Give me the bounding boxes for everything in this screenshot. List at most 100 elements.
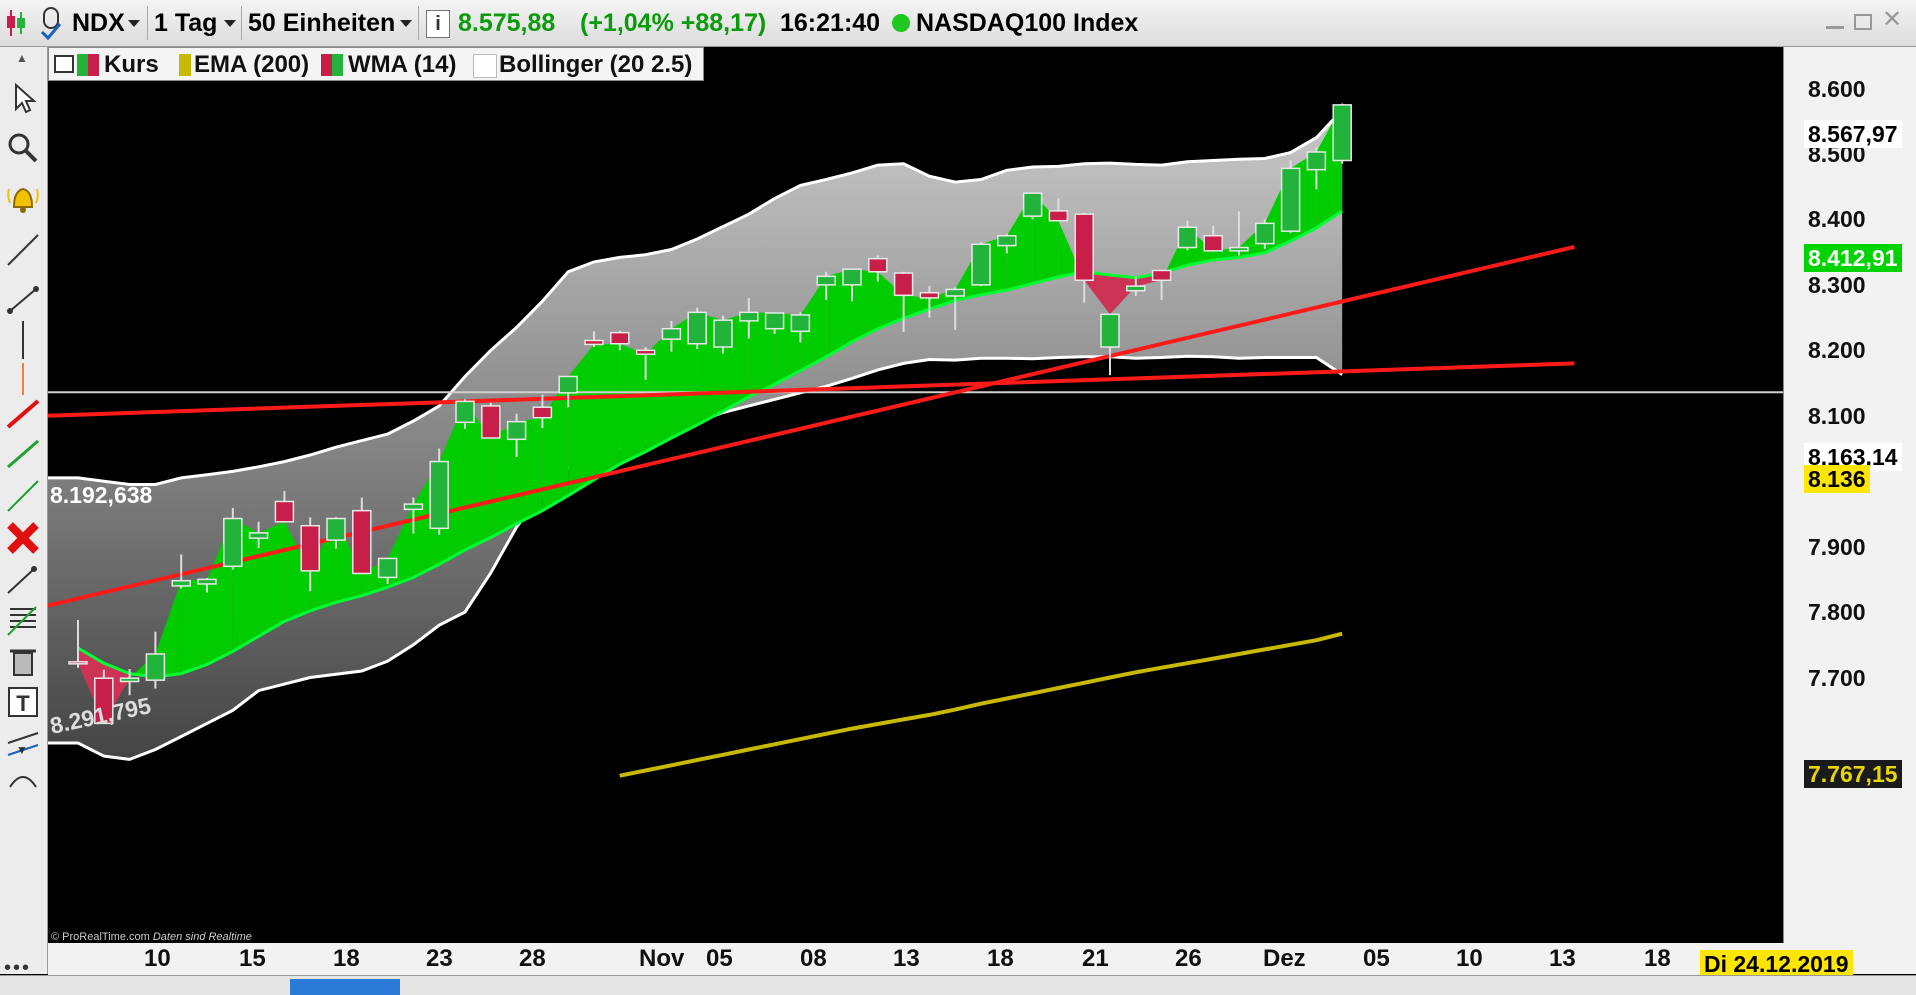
zoom-icon[interactable]	[4, 129, 42, 167]
ray-icon[interactable]	[4, 477, 42, 515]
price-axis[interactable]	[1784, 47, 1916, 974]
date-tick-label: 10	[144, 945, 171, 972]
cursor-date-tag: Di 24.12.2019	[1700, 950, 1853, 978]
wma-price-tag: 8.412,91	[1804, 244, 1902, 272]
ema-swatch-icon	[179, 54, 191, 76]
price-tick-label: 7.900	[1808, 533, 1866, 560]
market-status-icon	[892, 14, 910, 32]
segment-icon[interactable]	[4, 281, 42, 319]
timeframe-selector[interactable]: 1 Tag	[154, 8, 217, 38]
last-price: 8.575,88	[458, 9, 556, 37]
bollinger-swatch-icon	[473, 54, 497, 78]
legend-ema[interactable]: EMA (200)	[194, 51, 309, 79]
candle-body-down	[584, 339, 604, 346]
green-line-icon[interactable]	[4, 435, 42, 473]
price-chart[interactable]: 8.192,638 8.291,795 © ProRealTime.com Da…	[0, 0, 1916, 994]
price-change: (+1,04% +88,17)	[580, 9, 767, 37]
timeframe-dropdown-icon[interactable]	[224, 20, 236, 27]
hline-label: 8.192,638	[50, 482, 153, 508]
candle-body-up	[687, 311, 707, 345]
units-dropdown-icon[interactable]	[400, 20, 412, 27]
trendline-icon[interactable]	[4, 231, 42, 269]
status-bar	[0, 975, 1916, 995]
candle-body-up	[739, 311, 759, 322]
delete-icon[interactable]	[4, 519, 42, 557]
candle-body-down	[893, 272, 914, 297]
candle-body-up	[713, 319, 733, 348]
price-tick-label: 8.200	[1808, 337, 1866, 364]
taskbar-active-item[interactable]	[290, 979, 400, 995]
candle-body-down	[1151, 269, 1172, 282]
candle-body-up	[1306, 151, 1327, 171]
candle-body-down	[610, 331, 630, 345]
symbol-dropdown-icon[interactable]	[128, 20, 140, 27]
date-tick-label: 26	[1175, 945, 1202, 972]
candle-body-up	[661, 327, 682, 340]
candle-body-down	[481, 405, 501, 439]
candle-body-down	[274, 500, 295, 523]
candle-body-up	[1255, 222, 1275, 245]
arc-icon[interactable]	[4, 763, 42, 789]
price-tick-label: 8.400	[1808, 206, 1866, 233]
credit-text: © ProRealTime.com Daten sind Realtime	[51, 931, 252, 943]
scroll-down-icon[interactable]: ▼	[16, 743, 28, 757]
minimize-icon[interactable]	[1826, 26, 1844, 29]
candle-body-down	[68, 661, 88, 665]
symbol-selector[interactable]: NDX	[72, 8, 125, 38]
candle-body-up	[455, 400, 475, 424]
candle	[971, 242, 991, 287]
red-line-icon[interactable]	[4, 395, 42, 433]
candle	[1332, 103, 1352, 164]
price-tick-label: 7.700	[1808, 664, 1866, 691]
units-selector[interactable]: 50 Einheiten	[248, 8, 395, 38]
candle-body-up	[790, 314, 811, 333]
candle-body-up	[1280, 167, 1301, 232]
line-tool-icon[interactable]	[4, 561, 42, 599]
date-tick-label: 13	[893, 945, 920, 972]
kurs-swatch-icon	[77, 54, 99, 76]
legend-bollinger[interactable]: Bollinger (20 2.5)	[499, 51, 692, 79]
date-tick-label: 15	[239, 945, 266, 972]
candle-body-down	[1048, 210, 1069, 222]
wma-fill-segment	[594, 343, 620, 480]
candle-body-up	[1022, 192, 1043, 217]
candle-body-down	[1203, 235, 1223, 252]
hline-price-tag: 8.136	[1804, 465, 1870, 493]
window-icon[interactable]	[54, 55, 74, 73]
close-icon[interactable]: ✕	[1882, 8, 1902, 32]
restore-icon[interactable]	[1854, 14, 1872, 30]
link-icon[interactable]	[38, 6, 66, 42]
vertical-line-icon[interactable]	[4, 319, 42, 399]
candle	[1022, 192, 1043, 220]
info-icon[interactable]: i	[426, 10, 450, 38]
date-tick-label: 08	[800, 945, 827, 972]
date-tick-label: 10	[1456, 945, 1483, 972]
candle-body-up	[197, 578, 217, 585]
fibonacci-icon[interactable]	[4, 601, 42, 639]
date-tick-label: 18	[333, 945, 360, 972]
text-tool-icon[interactable]: T	[4, 683, 42, 721]
candle-body-down	[868, 257, 888, 273]
alarm-bell-icon[interactable]	[4, 179, 42, 217]
candle-body-up	[842, 268, 862, 286]
candle-body-down	[300, 524, 320, 572]
candle-body-up	[816, 275, 836, 286]
date-tick-label: Dez	[1263, 945, 1306, 972]
legend-wma[interactable]: WMA (14)	[348, 51, 456, 79]
date-tick-label: 05	[1363, 945, 1390, 972]
candlestick-type-icon[interactable]	[4, 8, 28, 38]
scroll-up-icon[interactable]: ▲	[16, 51, 28, 65]
svg-text:T: T	[16, 691, 30, 716]
price-tick-label: 8.600	[1808, 75, 1866, 102]
candle-body-up	[145, 653, 166, 681]
legend-kurs[interactable]: Kurs	[104, 51, 159, 79]
price-tick-label: 8.100	[1808, 402, 1866, 429]
date-tick-label: 28	[519, 945, 546, 972]
trash-icon[interactable]	[4, 643, 42, 681]
candle	[1280, 160, 1301, 234]
instrument-name: NASDAQ100 Index	[916, 9, 1139, 37]
candle-body-down	[919, 291, 940, 299]
candle-body-up	[403, 503, 424, 511]
cursor-icon[interactable]	[4, 79, 42, 117]
candle-body-up	[377, 557, 398, 579]
